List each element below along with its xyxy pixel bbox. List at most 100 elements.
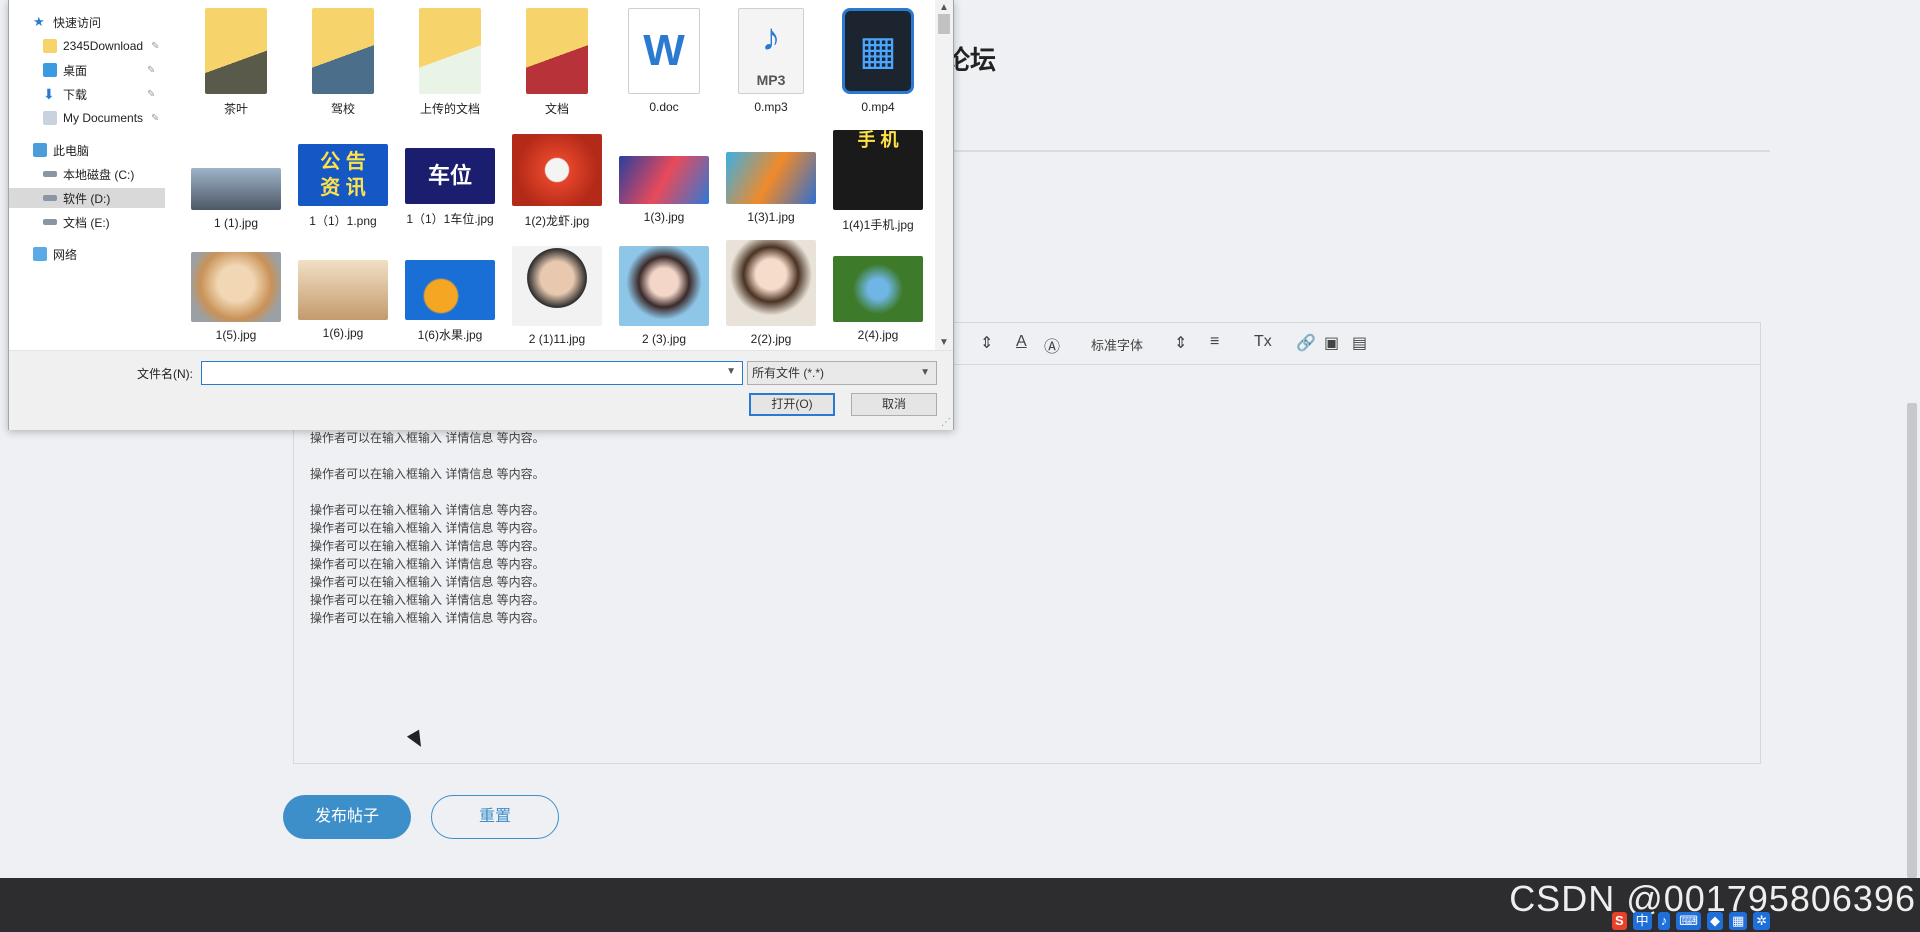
drive-icon xyxy=(43,195,57,201)
nav-label: 本地磁盘 (C:) xyxy=(63,167,135,182)
microphone-icon[interactable]: ♪ xyxy=(1657,912,1671,930)
reset-button[interactable]: 重置 xyxy=(431,795,559,839)
file-list-scrollbar[interactable]: ▲ ▼ xyxy=(935,0,953,350)
skin-icon[interactable]: ◆ xyxy=(1706,912,1723,930)
nav-drive-e[interactable]: 文档 (E:) xyxy=(43,212,110,232)
file-name: 0.mp4 xyxy=(861,100,895,114)
file-item[interactable]: 手 机 1(4)1手机.jpg xyxy=(827,130,929,233)
file-item[interactable]: 1(3)1.jpg xyxy=(720,130,822,224)
file-item[interactable]: 1(6)水果.jpg xyxy=(399,246,501,343)
highlight-icon[interactable]: Ⓐ xyxy=(1044,333,1060,357)
ime-language-toggle[interactable]: 中 xyxy=(1632,912,1652,930)
image-thumbnail xyxy=(512,134,602,206)
nav-item-downloads[interactable]: ⬇ 下载 ✎ xyxy=(43,84,155,104)
nav-item-my-documents[interactable]: My Documents ✎ xyxy=(43,108,159,128)
file-grid: 茶叶 驾校 上传的文档 文档 W 0.doc ♪ MP3 0.mp3 ▦ 0.mp… xyxy=(185,0,935,350)
nav-label: My Documents xyxy=(63,111,144,125)
file-item[interactable]: 1(2)龙虾.jpg xyxy=(506,130,608,229)
file-item[interactable]: 茶叶 xyxy=(185,8,287,117)
keyboard-icon[interactable]: ⌨ xyxy=(1676,912,1701,930)
navigation-pane: ★ 快速访问 2345Download ✎ 桌面 ✎ ⬇ 下载 ✎ My Doc… xyxy=(9,0,169,350)
file-type-value: 所有文件 (*.*) xyxy=(752,366,825,380)
file-item[interactable]: 1(6).jpg xyxy=(292,246,394,340)
file-item[interactable]: 上传的文档 xyxy=(399,8,501,117)
font-color-icon[interactable]: A xyxy=(1016,333,1027,351)
file-name: 2 (1)11.jpg xyxy=(528,332,586,346)
file-name: 1（1）1.png xyxy=(309,214,377,228)
nav-drive-c[interactable]: 本地磁盘 (C:) xyxy=(43,164,134,184)
save-icon[interactable]: ▤ xyxy=(1352,333,1367,353)
file-name: 0.doc xyxy=(649,100,679,114)
file-item[interactable]: 2 (3).jpg xyxy=(613,246,715,346)
nav-item-desktop[interactable]: 桌面 ✎ xyxy=(43,60,155,80)
file-item[interactable]: W 0.doc xyxy=(613,8,715,114)
image-thumbnail xyxy=(726,152,816,204)
file-item[interactable]: 公 告 资 讯 1（1）1.png xyxy=(292,130,394,229)
page-scrollbar-thumb[interactable] xyxy=(1907,403,1917,878)
file-name: 1(6).jpg xyxy=(322,326,364,340)
align-icon[interactable]: ≡ xyxy=(1210,333,1219,351)
file-type-select[interactable]: 所有文件 (*.*) ▼ xyxy=(747,361,937,385)
nav-drive-d[interactable]: 软件 (D:) xyxy=(9,188,165,208)
file-item[interactable]: ▦ 0.mp4 xyxy=(827,8,929,114)
nav-item-2345download[interactable]: 2345Download ✎ xyxy=(43,36,159,56)
file-name: 1(6)水果.jpg xyxy=(417,328,483,342)
file-item[interactable]: 车位 1（1）1车位.jpg xyxy=(399,130,501,227)
file-item[interactable]: ♪ MP3 0.mp3 xyxy=(720,8,822,114)
nav-label: 2345Download xyxy=(63,39,144,53)
file-list-scrollbar-thumb[interactable] xyxy=(938,14,950,34)
nav-label: 网络 xyxy=(53,247,78,262)
file-name: 驾校 xyxy=(330,102,355,116)
editor-content[interactable]: 操作者可以在输入框输入 详情信息 等内容。 操作者可以在输入框输入 详情信息 等… xyxy=(310,429,545,627)
folder-icon xyxy=(43,39,57,53)
editor-line: 操作者可以在输入框输入 详情信息 等内容。 xyxy=(310,539,545,553)
computer-icon xyxy=(33,143,47,157)
editor-line: 操作者可以在输入框输入 详情信息 等内容。 xyxy=(310,593,545,607)
scroll-down-icon[interactable]: ▼ xyxy=(939,337,949,348)
file-item[interactable]: 2(2).jpg xyxy=(720,240,822,346)
filename-label: 文件名(N): xyxy=(137,367,193,381)
font-family-select[interactable]: 标准字体 xyxy=(1091,335,1143,354)
image-thumbnail xyxy=(298,260,388,320)
file-item[interactable]: 1(5).jpg xyxy=(185,246,287,342)
file-item[interactable]: 驾校 xyxy=(292,8,394,117)
chevron-down-icon[interactable]: ▼ xyxy=(920,362,930,384)
drive-icon xyxy=(43,219,57,225)
image-thumbnail: 车位 xyxy=(405,148,495,204)
file-item[interactable]: 2 (1)11.jpg xyxy=(506,246,608,346)
file-name: 1(3)1.jpg xyxy=(747,210,795,224)
desktop-icon xyxy=(43,63,57,77)
size-stepper-icon[interactable]: ⇕ xyxy=(980,333,993,353)
scroll-up-icon[interactable]: ▲ xyxy=(939,2,949,13)
nav-quick-access[interactable]: ★ 快速访问 xyxy=(33,12,101,32)
toolbox-icon[interactable]: ▦ xyxy=(1728,912,1748,930)
nav-network[interactable]: 网络 xyxy=(33,244,77,264)
cancel-button[interactable]: 取消 xyxy=(851,393,937,416)
file-item[interactable]: 1 (1).jpg xyxy=(185,130,287,230)
video-file-icon: ▦ xyxy=(842,8,914,94)
file-item[interactable]: 文档 xyxy=(506,8,608,117)
editor-line: 操作者可以在输入框输入 详情信息 等内容。 xyxy=(310,467,545,481)
nav-this-pc[interactable]: 此电脑 xyxy=(33,140,89,160)
chevron-down-icon[interactable]: ▼ xyxy=(726,366,736,377)
drive-icon xyxy=(43,171,57,177)
filename-input[interactable]: ▼ xyxy=(201,361,743,385)
file-name: 上传的文档 xyxy=(419,102,480,116)
clear-format-icon[interactable]: Tx xyxy=(1254,333,1272,351)
image-thumbnail xyxy=(512,246,602,326)
font-select-arrows-icon[interactable]: ⇕ xyxy=(1174,333,1187,353)
file-item[interactable]: 1(3).jpg xyxy=(613,130,715,224)
sogou-ime-icon[interactable]: S xyxy=(1612,912,1627,930)
settings-icon[interactable]: ✲ xyxy=(1753,912,1771,930)
file-item[interactable]: 2(4).jpg xyxy=(827,246,929,342)
document-icon xyxy=(43,111,57,125)
open-button[interactable]: 打开(O) xyxy=(749,393,835,416)
resize-grip-icon[interactable]: ⋰ xyxy=(941,417,951,428)
file-name: 茶叶 xyxy=(223,102,248,116)
image-icon[interactable]: ▣ xyxy=(1324,333,1339,353)
link-icon[interactable]: 🔗 xyxy=(1296,333,1316,353)
file-name: 2 (3).jpg xyxy=(641,332,687,346)
ime-toolbar[interactable]: S 中 ♪ ⌨ ◆ ▦ ✲ xyxy=(1612,910,1771,932)
publish-post-button[interactable]: 发布帖子 xyxy=(283,795,411,839)
